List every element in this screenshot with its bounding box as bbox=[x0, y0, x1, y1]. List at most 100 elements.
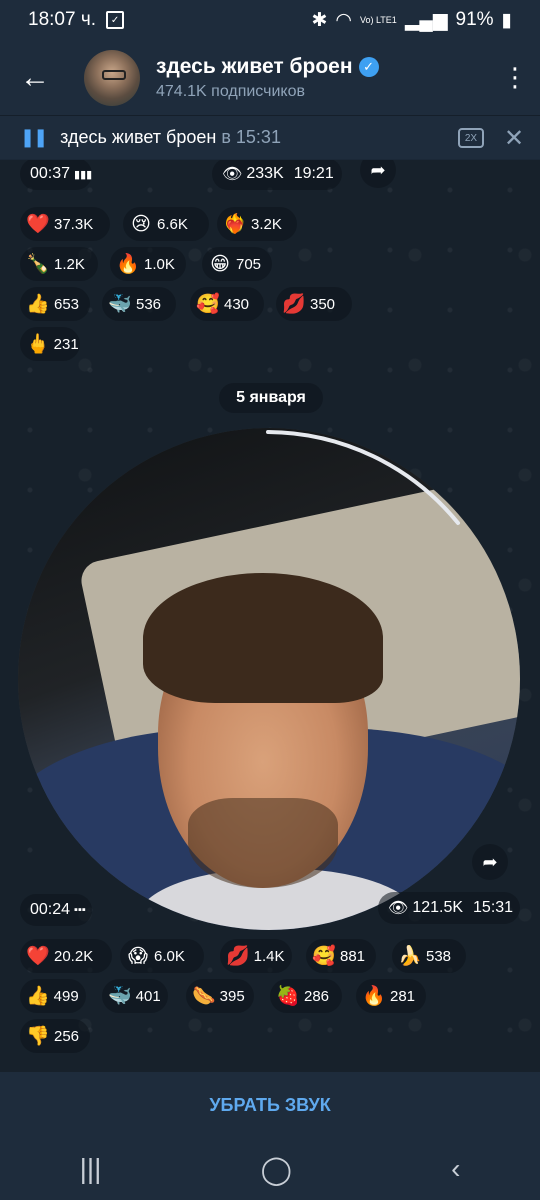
sound-bars-icon: ▪▪▪ bbox=[74, 904, 86, 916]
reaction-count: 538 bbox=[426, 947, 452, 965]
view-count: 121.5K bbox=[412, 899, 464, 916]
bluetooth-icon: ✱ bbox=[311, 9, 328, 31]
reaction-emoji-icon: 😢 bbox=[131, 213, 151, 235]
verified-icon: ✓ bbox=[358, 56, 379, 77]
reaction-emoji-icon: 😁 bbox=[210, 253, 230, 275]
wifi-icon: ◠ bbox=[335, 9, 352, 31]
view-count: 233K bbox=[246, 165, 284, 182]
reaction-emoji-icon: 🍾 bbox=[26, 254, 50, 275]
reaction-chip[interactable]: 👍 653 bbox=[20, 287, 90, 321]
system-navigation-bar: ||| ◯ ‹ bbox=[0, 1138, 540, 1200]
battery-icon: ▮ bbox=[501, 9, 512, 31]
reaction-emoji-icon: 🥰 bbox=[312, 946, 336, 967]
reaction-chip[interactable]: 🍾 1.2K bbox=[20, 247, 98, 281]
video-duration-badge: 00:37 ▮▮▮ bbox=[20, 160, 92, 190]
status-time: 18:07 ч. bbox=[28, 9, 97, 30]
reaction-chip[interactable]: ❤️ 20.2K bbox=[20, 939, 112, 973]
reaction-count: 37.3K bbox=[54, 215, 94, 233]
reaction-emoji-icon: 🔥 bbox=[116, 254, 140, 275]
reaction-count: 6.0K bbox=[154, 947, 185, 965]
reaction-chip[interactable]: 💋 350 bbox=[276, 287, 352, 321]
reaction-emoji-icon: 👎 bbox=[26, 1026, 50, 1047]
video-duration: 00:37 bbox=[30, 165, 71, 182]
reaction-chip[interactable]: 😱 6.0K bbox=[120, 939, 204, 973]
pause-icon[interactable]: ❚❚ bbox=[20, 127, 48, 148]
recent-apps-icon[interactable]: ||| bbox=[80, 1153, 102, 1185]
chat-area[interactable]: 00:37 ▮▮▮ 👁 233K 19:21 ➦ ❤️ 37.3K 😢 6.6K ❤️‍… bbox=[0, 160, 540, 1072]
date-separator: 5 января bbox=[219, 383, 323, 413]
reaction-count: 256 bbox=[54, 1027, 80, 1045]
network-label: Vo) LTE1 bbox=[359, 14, 397, 25]
player-title: здесь живет броен bbox=[60, 127, 217, 147]
reaction-emoji-icon: 🍓 bbox=[276, 986, 300, 1007]
back-icon[interactable]: ‹ bbox=[451, 1153, 460, 1185]
reaction-emoji-icon: 🥰 bbox=[196, 294, 220, 315]
reaction-count: 881 bbox=[340, 947, 366, 965]
reaction-chip[interactable]: 🌭 395 bbox=[186, 979, 254, 1013]
playback-speed-button[interactable]: 2X bbox=[458, 128, 484, 148]
reaction-emoji-icon: 👍 bbox=[26, 986, 50, 1007]
reaction-count: 350 bbox=[310, 295, 336, 313]
reaction-chip[interactable]: 😁 705 bbox=[202, 247, 272, 281]
reaction-chip[interactable]: 🍌 538 bbox=[392, 939, 466, 973]
reaction-count: 6.6K bbox=[157, 215, 188, 233]
reaction-emoji-icon: 🐳 bbox=[108, 294, 132, 315]
reaction-chip[interactable]: 🔥 281 bbox=[356, 979, 426, 1013]
chat-header: ← здесь живет броен ✓ 474.1K подписчиков… bbox=[0, 40, 540, 115]
video-duration-badge: 00:24 ▪▪▪ bbox=[20, 894, 92, 926]
reaction-emoji-icon: 🍌 bbox=[398, 946, 422, 967]
message-meta: 👁 121.5K 15:31 bbox=[378, 892, 520, 924]
message-time: 19:21 bbox=[293, 165, 334, 182]
forward-icon[interactable]: ➦ bbox=[472, 844, 508, 880]
close-player-icon[interactable]: ✕ bbox=[504, 124, 524, 153]
message-time: 15:31 bbox=[473, 899, 514, 916]
reaction-chip[interactable]: 🖕 231 bbox=[20, 327, 80, 361]
reaction-chip[interactable]: 🥰 881 bbox=[306, 939, 376, 973]
reaction-chip[interactable]: 🥰 430 bbox=[190, 287, 264, 321]
reaction-chip[interactable]: 🐳 536 bbox=[102, 287, 176, 321]
reaction-emoji-icon: 👍 bbox=[26, 294, 50, 315]
reaction-emoji-icon: ❤️‍🔥 bbox=[223, 214, 247, 235]
reaction-chip[interactable]: 👎 256 bbox=[20, 1019, 90, 1053]
reaction-chip[interactable]: ❤️ 37.3K bbox=[20, 207, 110, 241]
avatar[interactable] bbox=[84, 49, 140, 106]
reaction-chip[interactable]: 💋 1.4K bbox=[220, 939, 292, 973]
eye-icon: 👁 bbox=[388, 900, 409, 917]
media-player-bar[interactable]: ❚❚ здесь живет броен в 15:31 2X ✕ bbox=[0, 115, 540, 159]
reaction-count: 286 bbox=[304, 987, 330, 1005]
reaction-chip[interactable]: 🐳 401 bbox=[102, 979, 168, 1013]
more-menu-icon[interactable]: ⋮ bbox=[490, 62, 540, 93]
player-time: в 15:31 bbox=[221, 127, 281, 147]
reaction-count: 1.0K bbox=[144, 255, 175, 273]
sound-bars-icon: ▮▮▮ bbox=[74, 168, 93, 181]
reaction-emoji-icon: ❤️ bbox=[26, 214, 50, 235]
checkbox-notification-icon: ✓ bbox=[106, 11, 125, 29]
signal-icon: ▂▄▆ bbox=[404, 9, 448, 31]
reaction-chip[interactable]: 👍 499 bbox=[20, 979, 86, 1013]
home-icon[interactable]: ◯ bbox=[261, 1153, 292, 1186]
eye-icon: 👁 bbox=[222, 166, 243, 183]
message-meta: 👁 233K 19:21 bbox=[212, 160, 342, 190]
reaction-chip[interactable]: 😢 6.6K bbox=[123, 207, 209, 241]
reaction-count: 401 bbox=[135, 987, 161, 1005]
reaction-count: 499 bbox=[53, 987, 79, 1005]
mute-button[interactable]: УБРАТЬ ЗВУК bbox=[0, 1072, 540, 1138]
channel-title: здесь живет броен bbox=[156, 54, 353, 78]
reaction-chip[interactable]: 🔥 1.0K bbox=[110, 247, 186, 281]
subscriber-count: 474.1K подписчиков bbox=[156, 82, 305, 100]
reaction-emoji-icon: 💋 bbox=[226, 946, 250, 967]
reaction-chip[interactable]: ❤️‍🔥 3.2K bbox=[217, 207, 297, 241]
reaction-count: 1.2K bbox=[54, 255, 85, 273]
reaction-count: 1.4K bbox=[253, 947, 285, 965]
reaction-count: 430 bbox=[224, 295, 250, 313]
reaction-count: 3.2K bbox=[251, 215, 282, 233]
reaction-count: 653 bbox=[54, 295, 80, 313]
reaction-chip[interactable]: 🍓 286 bbox=[270, 979, 342, 1013]
reaction-count: 20.2K bbox=[54, 947, 94, 965]
reaction-emoji-icon: 😱 bbox=[128, 945, 148, 967]
channel-info[interactable]: здесь живет броен ✓ 474.1K подписчиков bbox=[156, 55, 490, 101]
status-bar: 18:07 ч. ✓ ✱ ◠ Vo) LTE1 ▂▄▆ 91% ▮ bbox=[0, 0, 540, 40]
back-arrow-icon[interactable]: ← bbox=[0, 61, 70, 95]
battery-percent: 91% bbox=[455, 9, 494, 30]
reaction-emoji-icon: 🖕 bbox=[26, 334, 50, 355]
